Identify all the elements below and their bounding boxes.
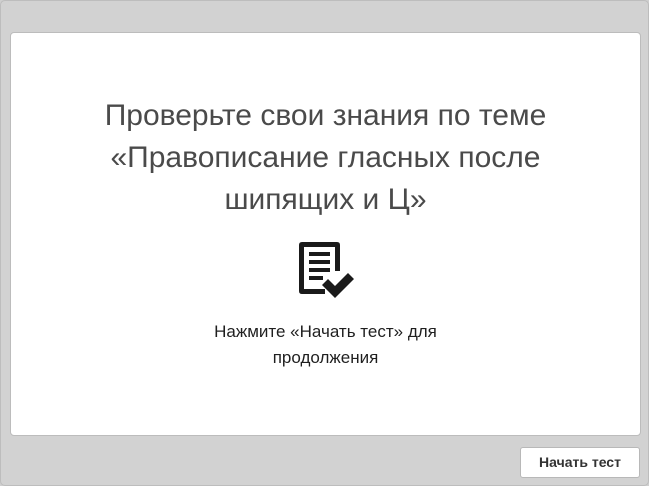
intro-slide: Проверьте свои знания по теме «Правописа…	[10, 32, 641, 436]
slide-title-line: «Правописание гласных после	[110, 141, 541, 174]
document-checkmark-icon	[299, 242, 354, 298]
instruction-line: Нажмите «Начать тест» для	[214, 322, 437, 341]
slide-title: Проверьте свои знания по теме «Правописа…	[11, 95, 640, 221]
slide-title-line: Проверьте свои знания по теме	[104, 99, 547, 132]
slide-title-line: шипящих и Ц»	[224, 183, 427, 216]
start-test-button[interactable]: Начать тест	[520, 447, 640, 478]
player-frame: Проверьте свои знания по теме «Правописа…	[0, 0, 649, 486]
instruction-line: продолжения	[272, 348, 379, 367]
instruction-text: Нажмите «Начать тест» для продолжения	[11, 319, 640, 371]
